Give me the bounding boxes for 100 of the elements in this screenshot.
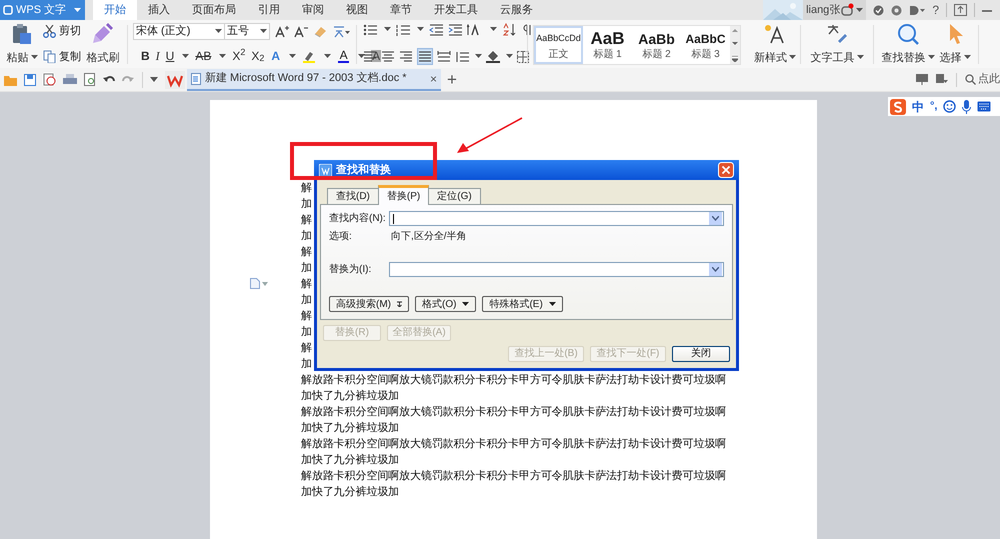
gear-icon[interactable] <box>891 4 902 16</box>
document-line: 加 <box>301 197 312 212</box>
effect-button[interactable]: A <box>270 50 282 62</box>
menu-tab[interactable]: 章节 <box>379 0 423 20</box>
numbered-list-icon[interactable] <box>396 24 410 36</box>
language-toggle[interactable]: 中 <box>912 98 924 116</box>
document-line: 解放路卡积分空间啊放大镜罚款积分卡积分卡甲方可令肌肤卡萨法打劫卡设计费可垃圾啊 <box>301 404 726 420</box>
style-option[interactable]: AaB 标题 1 <box>583 26 632 64</box>
tab-title: 新建 Microsoft Word 97 - 2003 文档.doc * <box>205 70 407 86</box>
show-marks-icon[interactable] <box>521 24 533 36</box>
dialog-button[interactable]: 关闭 <box>672 346 730 362</box>
format-button[interactable]: I <box>156 50 160 62</box>
restore-ribbon-icon[interactable] <box>954 4 967 16</box>
help-button[interactable]: ? <box>932 1 939 19</box>
dialog-tab[interactable]: 定位(G) <box>428 188 481 204</box>
combo-box[interactable] <box>389 211 724 226</box>
increase-indent-icon[interactable] <box>448 24 462 36</box>
highlighter-icon[interactable] <box>302 50 316 62</box>
caret-icon <box>30 55 38 60</box>
caret-icon <box>928 55 934 60</box>
align-justify-button[interactable] <box>417 48 433 65</box>
presentation-icon[interactable] <box>916 74 928 85</box>
grow-font-icon[interactable] <box>275 25 289 38</box>
style-option[interactable]: AaBbC 标题 3 <box>681 26 730 64</box>
dialog-tab[interactable]: 查找(D) <box>327 188 379 204</box>
logo-icon[interactable] <box>890 98 906 114</box>
bullet-list-icon[interactable] <box>363 24 377 36</box>
app-menu-button[interactable]: WPS 文字 <box>0 0 85 20</box>
style-sample: AaB <box>590 30 624 48</box>
borders-icon[interactable] <box>517 50 529 62</box>
format-button[interactable]: U <box>166 50 174 62</box>
printer-icon[interactable] <box>63 74 77 86</box>
cut-button[interactable]: 剪切 <box>43 23 81 40</box>
document-line: 解 <box>301 309 312 324</box>
text-tools-button[interactable]: 文字工具 <box>805 23 869 66</box>
phonetic-icon[interactable] <box>332 25 350 38</box>
menu-tab[interactable]: 审阅 <box>291 0 335 20</box>
shrink-font-icon[interactable] <box>294 25 308 38</box>
paste-button[interactable]: 粘贴 <box>5 23 39 66</box>
option-button[interactable]: 特殊格式(E) <box>482 296 563 312</box>
caret-icon <box>215 29 222 34</box>
menu-tab[interactable]: 云服务 <box>489 0 544 20</box>
format-button[interactable]: AB <box>195 50 212 62</box>
decrease-indent-icon[interactable] <box>429 24 443 36</box>
document-line: 解放路卡积分空间啊放大镜罚款积分卡积分卡甲方可令肌肤卡萨法打劫卡设计费可垃圾啊 <box>301 372 726 388</box>
dialog-tab[interactable]: 替换(P) <box>378 185 430 205</box>
paint-bucket-icon[interactable] <box>486 50 500 63</box>
caret-icon <box>74 8 81 12</box>
select-button[interactable]: 选择 <box>938 23 972 66</box>
punctuation-toggle[interactable]: °, <box>930 101 938 112</box>
line-spacing-icon[interactable] <box>455 50 469 62</box>
close-tab-button[interactable]: × <box>430 70 437 88</box>
style-option[interactable]: AaBbCcDd 正文 <box>534 26 583 64</box>
format-button[interactable]: B <box>141 50 150 62</box>
style-option[interactable]: AaBb 标题 2 <box>632 26 681 64</box>
option-button[interactable]: 格式(O) <box>415 296 476 312</box>
format-button[interactable]: X$^{2}$ <box>232 50 246 62</box>
new-tab-button[interactable]: + <box>447 71 457 88</box>
caret-icon <box>506 54 513 59</box>
menu-tab[interactable]: 引用 <box>247 0 291 20</box>
print-preview-icon[interactable] <box>84 73 96 86</box>
scroll-down-icon[interactable] <box>732 42 738 46</box>
new-style-button[interactable]: 新样式 <box>750 23 800 66</box>
dropdown-icon[interactable] <box>150 77 158 82</box>
paragraph-marker-icon[interactable] <box>250 278 260 289</box>
shield-icon[interactable] <box>873 4 884 16</box>
save-icon[interactable] <box>24 74 36 86</box>
emoji-icon[interactable] <box>943 100 956 113</box>
menu-tab[interactable]: 开发工具 <box>423 0 489 20</box>
document-line: 解放路卡积分空间啊放大镜罚款积分卡积分卡甲方可令肌肤卡萨法打劫卡设计费可垃圾啊 <box>301 436 726 452</box>
keyboard-icon[interactable] <box>977 101 992 112</box>
option-button[interactable]: 高级搜索(M) <box>329 296 409 312</box>
font-size-field[interactable]: 五号 <box>224 23 270 40</box>
font-family-field[interactable]: 宋体 (正文) <box>133 23 225 40</box>
app-logo-icon[interactable] <box>165 70 185 88</box>
menu-tab[interactable]: 视图 <box>335 0 379 20</box>
close-icon[interactable] <box>718 162 734 178</box>
pdf-icon[interactable] <box>43 73 56 86</box>
menu-tab[interactable]: 插入 <box>137 0 181 20</box>
caret-icon <box>260 29 267 34</box>
menu-tab[interactable]: 开始 <box>93 0 137 20</box>
document-line: 加快了九分裤垃圾加 <box>301 452 400 468</box>
skin-icon[interactable] <box>909 4 926 16</box>
flag-icon[interactable] <box>936 74 948 85</box>
format-painter-button[interactable]: 格式刷 <box>85 23 121 66</box>
search-field[interactable]: 点此 <box>965 71 1000 88</box>
find-replace-button[interactable]: 查找替换 <box>878 23 938 66</box>
menu-tab[interactable]: 页面布局 <box>181 0 247 20</box>
format-button[interactable]: X$_{2}$ <box>251 50 264 62</box>
more-styles-icon[interactable] <box>732 56 738 62</box>
sort-icon[interactable] <box>502 23 516 36</box>
caret-icon <box>475 54 482 59</box>
text-cursor <box>393 214 394 224</box>
magnifier-icon <box>896 23 920 45</box>
combo-box[interactable] <box>389 262 724 277</box>
copy-button[interactable]: 复制 <box>43 48 81 65</box>
document-tab[interactable]: 新建 Microsoft Word 97 - 2003 文档.doc * × <box>187 68 441 90</box>
microphone-icon[interactable] <box>962 100 972 114</box>
document-line: 解 <box>301 181 312 196</box>
document-line: 加 <box>301 325 312 340</box>
